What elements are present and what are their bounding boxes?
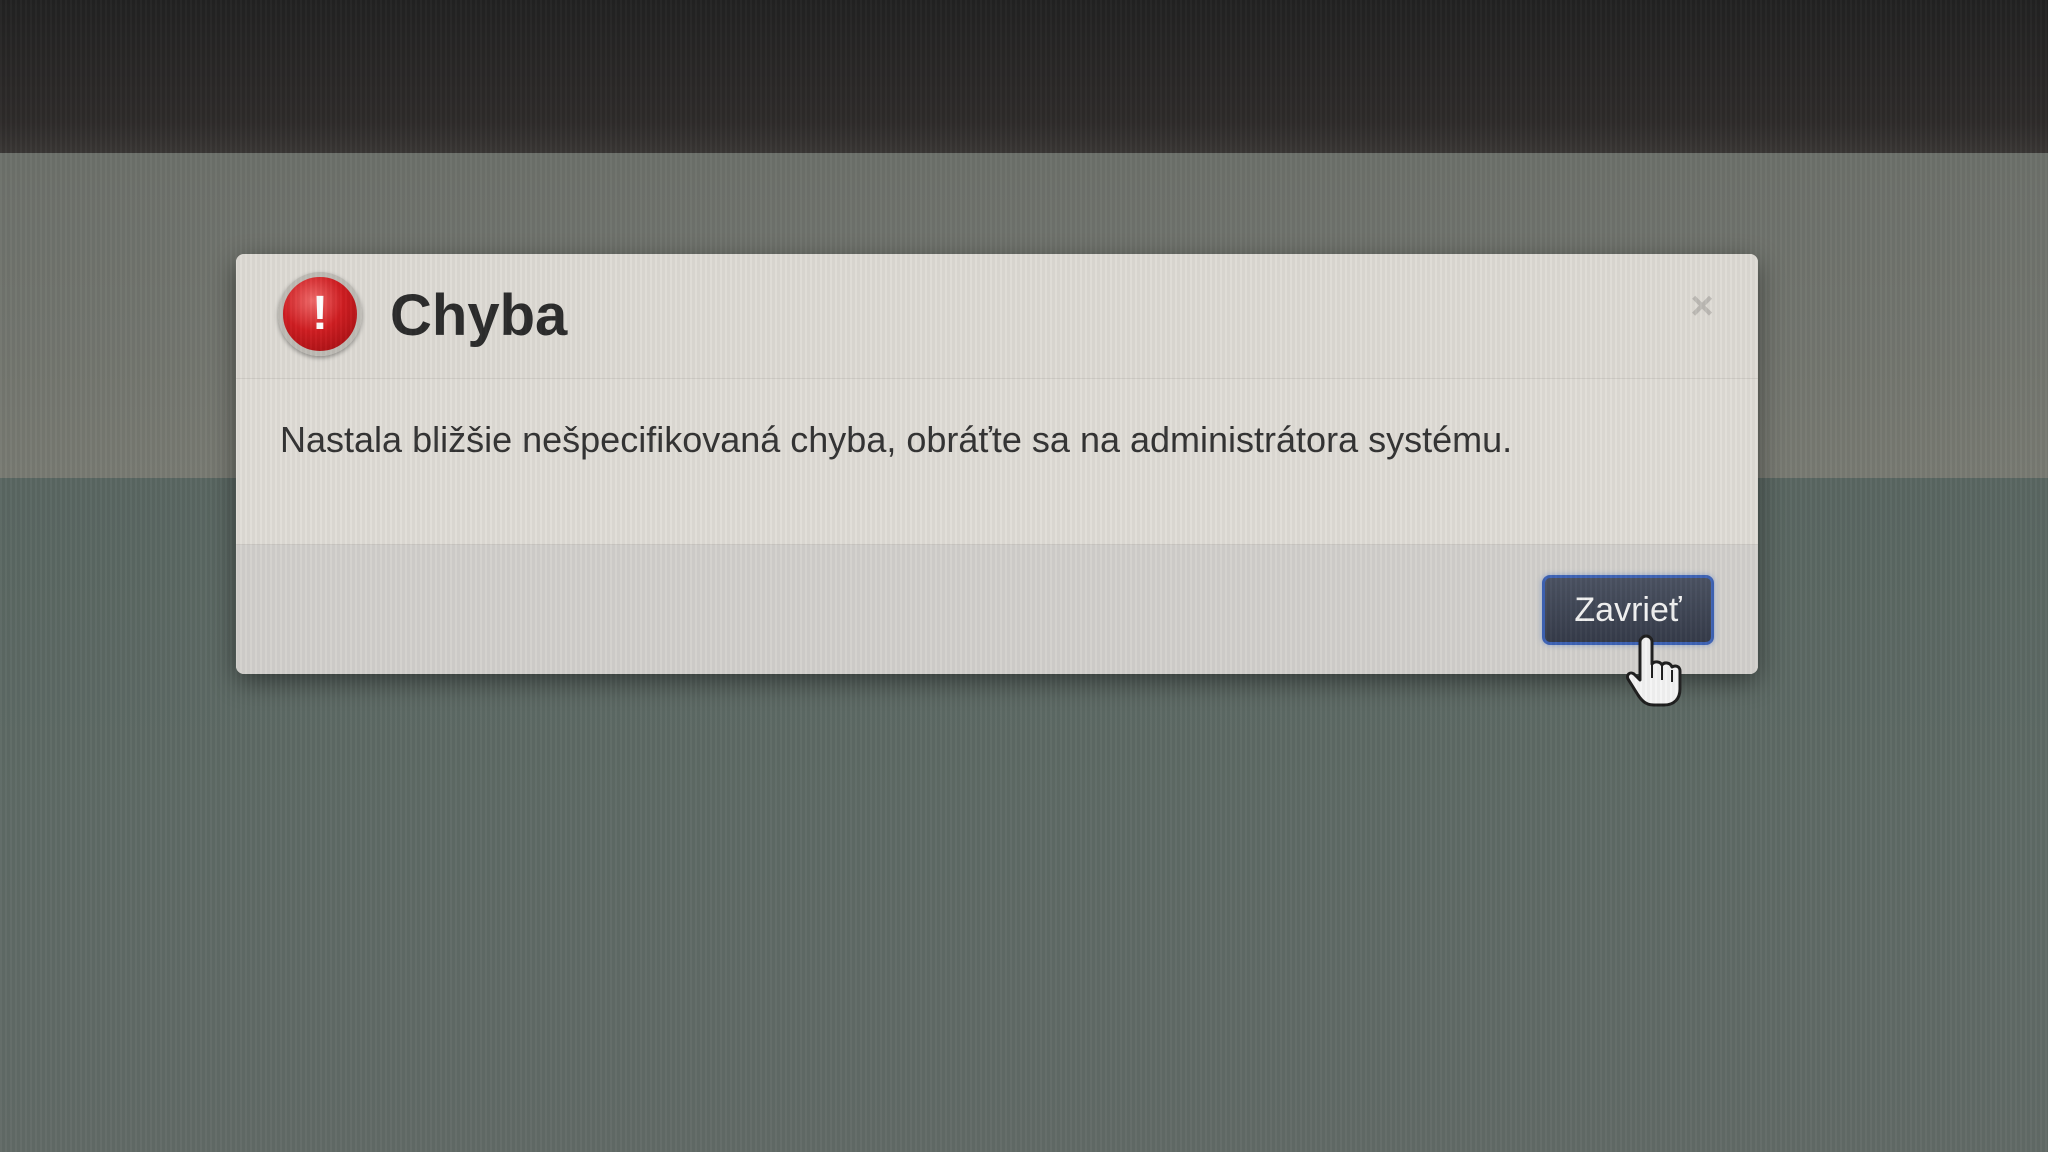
dialog-body: Nastala bližšie nešpecifikovaná chyba, o… <box>236 379 1758 544</box>
error-dialog: ! Chyba × Nastala bližšie nešpecifikovan… <box>236 254 1758 674</box>
close-button[interactable]: Zavrieť <box>1542 575 1714 645</box>
screen-top-bar <box>0 0 2048 153</box>
dialog-header: ! Chyba × <box>236 254 1758 379</box>
dialog-title: Chyba <box>390 283 568 348</box>
close-icon[interactable]: × <box>1680 284 1724 328</box>
dialog-footer: Zavrieť <box>236 544 1758 674</box>
dialog-message: Nastala bližšie nešpecifikovaná chyba, o… <box>280 419 1513 460</box>
error-exclamation-icon: ! <box>278 272 362 356</box>
